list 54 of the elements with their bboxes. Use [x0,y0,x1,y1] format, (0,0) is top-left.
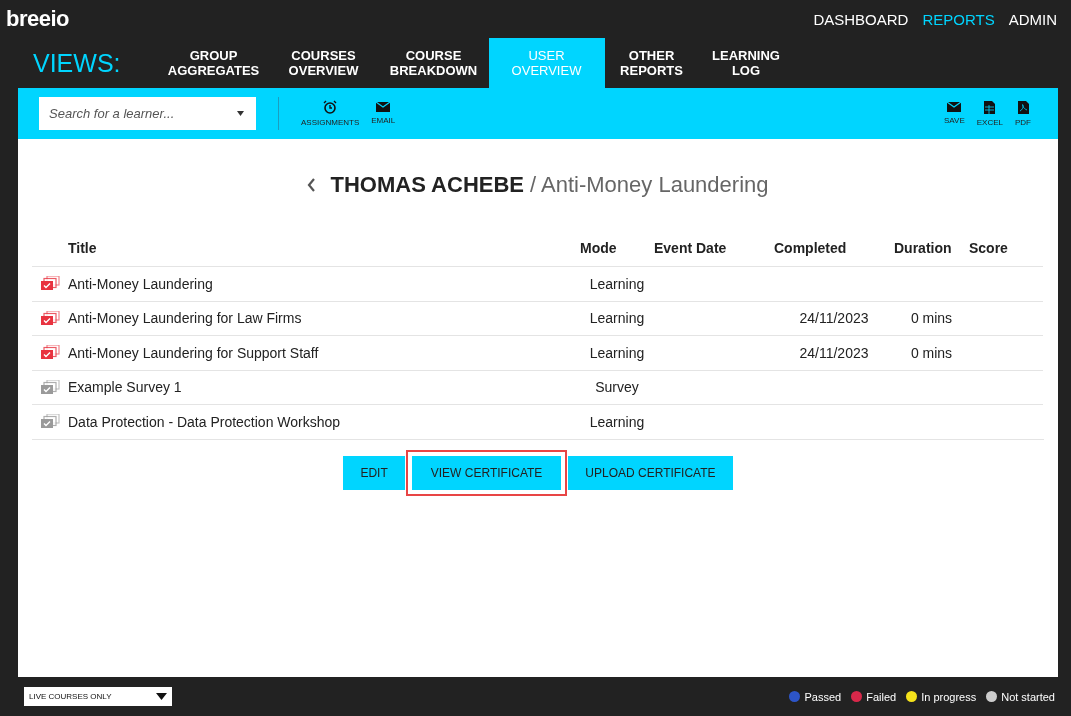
back-chevron-icon[interactable] [307,178,317,192]
completed-date-cell: 24/11/2023 [799,310,869,327]
action-button[interactable]: UPLOAD CERTIFICATE [568,455,733,490]
legend-label: Failed [866,690,897,703]
column-header: Completed [774,240,847,256]
course-title: Anti-Money Laundering for Law Firms [68,310,302,327]
envelope-icon [947,102,962,112]
views-label: VIEWS: [33,48,121,78]
course-title: Data Protection - Data Protection Workshop [68,413,341,430]
view-tab[interactable]: LEARNING LOG [698,38,794,88]
duration-cell: 0 mins [910,310,953,327]
pdf-file-icon [1017,100,1029,114]
mode-cell: Learning [589,344,645,361]
action-button[interactable]: VIEW CERTIFICATE [405,449,568,496]
search-field[interactable]: Search for a learner... [39,97,256,130]
column-header: Event Date [654,240,727,256]
toolbar-button[interactable]: ASSIGNMENTS [295,100,366,127]
course-filter-dropdown[interactable]: LIVE COURSES ONLY [24,687,172,706]
toolbar-button[interactable]: EMAIL [365,102,402,125]
toolbar-button[interactable]: PDF [1009,100,1037,127]
learner-name: THOMAS ACHEBE [330,172,524,198]
duration-cell: 0 mins [910,344,953,361]
course-title: Example Survey 1 [68,379,182,396]
mode-cell: Learning [589,310,645,327]
mode-cell: Learning [589,413,645,430]
mode-cell: Survey [595,379,639,396]
course-name: / Anti-Money Laundering [530,172,769,198]
legend-label: Not started [1001,690,1055,703]
view-tab[interactable]: COURSES OVERVIEW [268,38,379,88]
mode-cell: Learning [589,275,645,292]
column-header: Mode [580,240,617,256]
view-tab[interactable]: OTHER REPORTS [604,38,699,88]
alarm-clock-icon [323,100,338,114]
logo: breeio [6,6,70,32]
top-nav-link[interactable]: ADMIN [1008,10,1057,28]
toolbar-button[interactable]: SAVE [938,102,971,125]
legend-label: Passed [804,690,842,703]
dropdown-caret-icon [237,111,244,116]
top-nav-link[interactable]: DASHBOARD [813,10,909,28]
toolbar-button[interactable]: EXCEL [970,100,1009,127]
course-title: Anti-Money Laundering for Support Staff [68,344,319,361]
envelope-icon [376,102,391,112]
view-tab[interactable]: COURSE BREAKDOWN [378,38,489,88]
column-header: Title [68,240,97,256]
top-nav-link[interactable]: REPORTS [922,10,995,28]
column-header: Score [969,240,1008,256]
spreadsheet-icon [984,100,996,114]
column-header: Duration [894,240,952,256]
completed-date-cell: 24/11/2023 [799,344,869,361]
legend-label: In progress [921,690,977,703]
view-tab[interactable]: GROUP AGGREGATES [158,38,269,88]
course-title: Anti-Money Laundering [68,275,213,292]
dropdown-caret-icon [156,693,167,700]
action-button[interactable]: EDIT [343,455,405,490]
